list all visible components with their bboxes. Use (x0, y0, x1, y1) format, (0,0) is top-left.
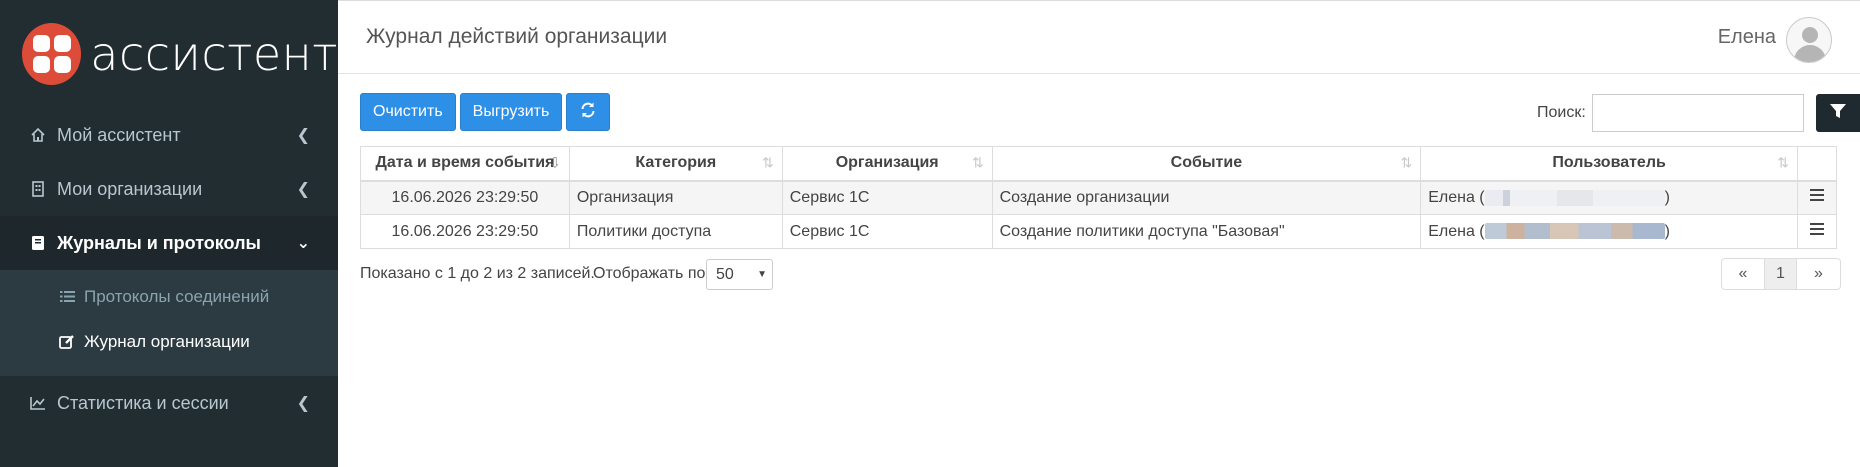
chevron-left-icon: ❮ (296, 181, 310, 198)
filter-icon (1829, 103, 1847, 124)
sidebar-menu-bottom: Статистика и сессии ❮ (0, 376, 338, 430)
search-input[interactable] (1592, 94, 1804, 132)
top-header: Журнал действий организации Елена (338, 0, 1860, 74)
line-chart-icon (28, 396, 48, 410)
column-header-actions (1796, 146, 1838, 182)
brand-name: ассистент (90, 27, 338, 81)
column-header-datetime[interactable]: Дата и время события ⇩ (360, 146, 570, 182)
sort-icon: ⇅ (1400, 154, 1413, 171)
cell-datetime: 16.06.2026 23:29:50 (360, 180, 570, 215)
cell-event: Создание организации (991, 180, 1422, 215)
cell-event: Создание политики доступа "Базовая" (991, 214, 1422, 249)
sidebar-item-my-organizations[interactable]: Мои организации ❮ (0, 162, 338, 216)
sort-icon: ⇅ (1777, 154, 1789, 171)
row-menu-button[interactable] (1796, 214, 1838, 249)
sidebar-submenu: Протоколы соединений Журнал организации (0, 270, 338, 376)
hamburger-icon (1809, 186, 1824, 204)
book-icon (28, 235, 48, 251)
chevron-left-icon: ❮ (296, 395, 310, 412)
column-header-event[interactable]: Событие ⇅ (991, 146, 1422, 182)
sort-icon: ⇅ (762, 154, 774, 171)
sidebar-item-my-assistant[interactable]: Мой ассистент ❮ (0, 108, 338, 162)
sidebar-item-label: Мои организации (57, 178, 203, 199)
pager-page-1[interactable]: 1 (1765, 258, 1797, 290)
chevron-left-icon: ❮ (296, 127, 310, 144)
table-row: 16.06.2026 23:29:50 Политики доступа Сер… (360, 214, 1838, 249)
avatar[interactable] (1786, 17, 1832, 63)
cell-category: Политики доступа (568, 214, 783, 249)
sidebar-item-label: Мой ассистент (57, 124, 181, 145)
sidebar-menu: Мой ассистент ❮ Мои организации ❮ Журнал… (0, 108, 338, 270)
sidebar-subitem-label: Протоколы соединений (84, 286, 270, 306)
page-length-label: Отображать по (593, 265, 706, 282)
sidebar-item-label: Статистика и сессии (57, 392, 229, 413)
home-icon (28, 127, 48, 143)
brand[interactable]: ассистент (0, 0, 338, 108)
sidebar-item-label: Журналы и протоколы (57, 232, 261, 253)
pagination: « 1 » (1721, 258, 1841, 290)
brand-logo-icon (22, 23, 82, 85)
sort-icon: ⇅ (971, 154, 984, 171)
column-header-user[interactable]: Пользователь ⇅ (1420, 146, 1798, 182)
page-title: Журнал действий организации (366, 25, 668, 48)
dropdown-arrow-icon: ▼ (757, 269, 767, 280)
pager-last-button[interactable]: » (1797, 258, 1841, 290)
user-name[interactable]: Елена (1718, 26, 1776, 49)
edit-icon (58, 334, 76, 350)
row-menu-button[interactable] (1796, 180, 1838, 215)
sidebar: ассистент Мой ассистент ❮ Мои организаци… (0, 0, 338, 467)
hamburger-icon (1809, 220, 1824, 238)
pager-first-button[interactable]: « (1721, 258, 1765, 290)
sidebar-item-connection-protocols[interactable]: Протоколы соединений (0, 274, 338, 319)
sidebar-item-journals[interactable]: Журналы и протоколы ⌄ (0, 216, 338, 270)
sidebar-item-statistics[interactable]: Статистика и сессии ❮ (0, 376, 338, 430)
building-icon (28, 181, 48, 197)
sidebar-item-organization-journal[interactable]: Журнал организации (0, 319, 338, 364)
table-info: Показано с 1 до 2 из 2 записей. (360, 265, 595, 282)
list-icon (58, 290, 76, 303)
cell-category: Организация (568, 180, 783, 215)
column-header-organization[interactable]: Организация ⇅ (781, 146, 993, 182)
cell-user: Елена () (1420, 214, 1798, 249)
cell-datetime: 16.06.2026 23:29:50 (360, 214, 570, 249)
cell-user: Елена () (1420, 180, 1798, 215)
refresh-button[interactable] (566, 93, 611, 131)
search-label: Поиск: (1537, 104, 1586, 121)
toolbar: Очистить Выгрузить (360, 93, 611, 131)
cell-organization: Сервис 1С (781, 214, 993, 249)
redacted-user-id (1484, 223, 1665, 240)
redacted-user-id (1484, 189, 1665, 206)
events-table: Дата и время события ⇩ Категория ⇅ Организ… (360, 146, 1838, 249)
column-header-category[interactable]: Категория ⇅ (568, 146, 783, 182)
table-row: 16.06.2026 23:29:50 Организация Сервис 1… (360, 180, 1838, 215)
refresh-icon (579, 101, 597, 124)
page-length-select[interactable]: 50 ▼ (706, 259, 773, 290)
clear-button[interactable]: Очистить (360, 93, 456, 131)
sidebar-subitem-label: Журнал организации (84, 331, 250, 351)
chevron-down-icon: ⌄ (296, 235, 310, 252)
filter-button[interactable] (1816, 94, 1860, 132)
export-button[interactable]: Выгрузить (459, 93, 563, 131)
cell-organization: Сервис 1С (781, 180, 993, 215)
sort-desc-icon: ⇩ (549, 154, 561, 171)
